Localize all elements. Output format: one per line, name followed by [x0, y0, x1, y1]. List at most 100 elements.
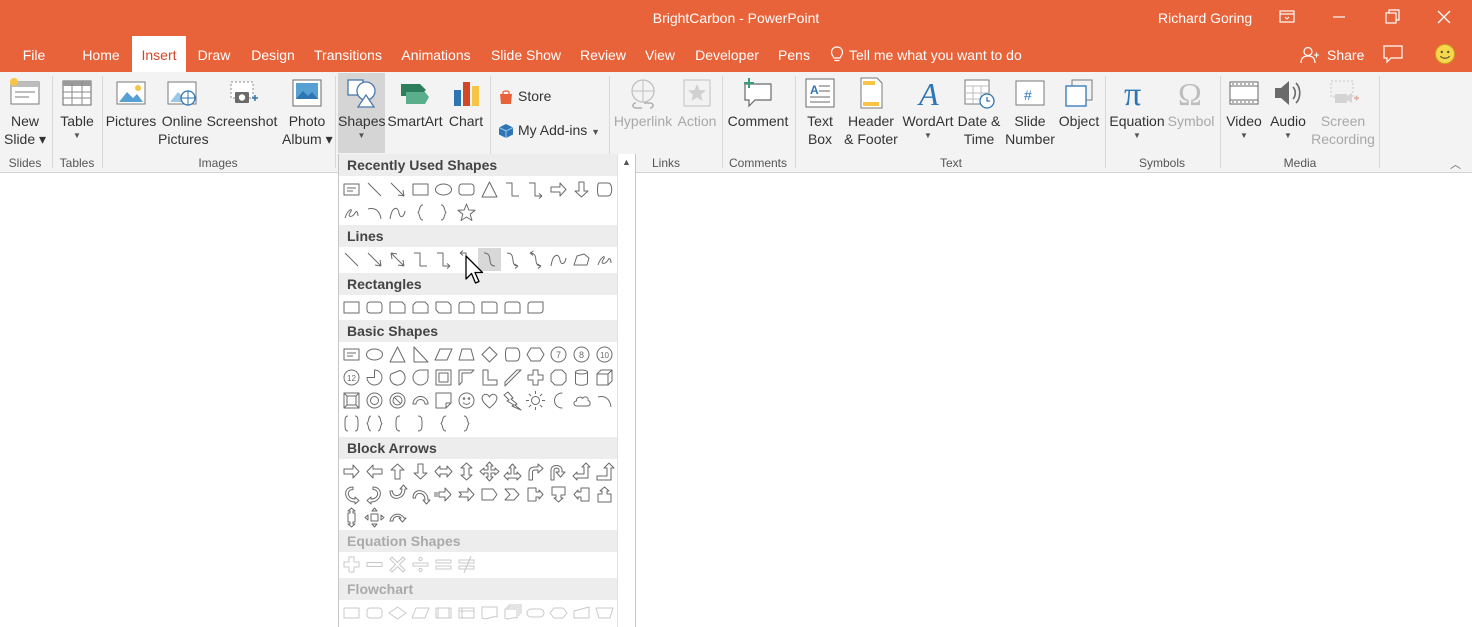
scroll-up-icon[interactable]: ▲	[622, 157, 631, 167]
shape-curveddbl-icon[interactable]	[524, 248, 547, 271]
shape-frame-icon[interactable]	[432, 366, 455, 389]
tab-animations[interactable]: Animations	[396, 36, 476, 72]
shape-lbrace-icon[interactable]	[432, 412, 455, 435]
shape-rbrace-icon[interactable]	[455, 412, 478, 435]
shape-oval-icon[interactable]	[363, 343, 386, 366]
pictures-button[interactable]: Pictures	[104, 76, 158, 130]
shape-curve-icon[interactable]	[547, 248, 570, 271]
shape-bentarrow-icon[interactable]	[524, 460, 547, 483]
tab-view[interactable]: View	[640, 36, 680, 72]
shape-scribble-icon[interactable]	[340, 201, 363, 224]
shape-uturn-icon[interactable]	[547, 460, 570, 483]
online-pictures-button[interactable]: Online Pictures	[158, 76, 209, 148]
hyperlink-button[interactable]: Hyperlink	[612, 76, 674, 130]
shape-dblarrow-icon[interactable]	[386, 248, 409, 271]
shape-snip1-icon[interactable]	[386, 296, 409, 319]
shape-oval-icon[interactable]	[432, 178, 455, 201]
shape-blockarc-icon[interactable]	[409, 389, 432, 412]
tab-home[interactable]: Home	[76, 36, 126, 72]
shape-freeform-icon[interactable]	[570, 248, 593, 271]
shape-pie-icon[interactable]	[363, 366, 386, 389]
my-addins-button[interactable]: My Add-ins ▼	[498, 118, 600, 142]
tab-file[interactable]: File	[16, 36, 52, 72]
shape-curvedright-icon[interactable]	[340, 483, 363, 506]
shape-roundrect-icon[interactable]	[455, 178, 478, 201]
shape-circular-icon[interactable]	[386, 506, 409, 529]
shape-dblbracket-icon[interactable]	[340, 412, 363, 435]
video-button[interactable]: Video ▼	[1224, 76, 1264, 142]
shape-textbox-icon[interactable]	[340, 178, 363, 201]
shape-lbracket-icon[interactable]	[386, 412, 409, 435]
chart-button[interactable]: Chart	[446, 76, 486, 130]
shape-uparrow-icon[interactable]	[386, 460, 409, 483]
shape-udcallout-icon[interactable]	[340, 506, 363, 529]
tab-transitions[interactable]: Transitions	[310, 36, 386, 72]
user-name[interactable]: Richard Goring	[1158, 10, 1252, 26]
shape-leftarrow-icon[interactable]	[363, 460, 386, 483]
shape-leftup-icon[interactable]	[570, 460, 593, 483]
shape-lbrace-icon[interactable]	[409, 201, 432, 224]
share-button[interactable]: Share	[1300, 36, 1364, 72]
shape-arc-icon[interactable]	[363, 201, 386, 224]
tab-insert[interactable]: Insert	[132, 36, 186, 72]
shape-triangle-icon[interactable]	[478, 178, 501, 201]
comments-pane-icon[interactable]	[1382, 44, 1404, 64]
shape-lruarrow-icon[interactable]	[501, 460, 524, 483]
collapse-ribbon-icon[interactable]: ︿	[1450, 156, 1461, 172]
shape-halfframe-icon[interactable]	[455, 366, 478, 389]
shape-cloud-icon[interactable]	[570, 389, 593, 412]
shape-teardrop-icon[interactable]	[409, 366, 432, 389]
shape-n8-icon[interactable]: 8	[570, 343, 593, 366]
shape-pentagon-icon[interactable]	[501, 343, 524, 366]
shape-curve-icon[interactable]	[386, 201, 409, 224]
screenshot-button[interactable]: Screenshot	[206, 76, 278, 130]
shape-n12-icon[interactable]: 12	[340, 366, 363, 389]
shape-rbracket-icon[interactable]	[409, 412, 432, 435]
restore-icon[interactable]	[1381, 6, 1403, 28]
minimize-icon[interactable]	[1328, 6, 1350, 28]
shape-elbow-icon[interactable]	[409, 248, 432, 271]
shape-chevron-icon[interactable]	[501, 483, 524, 506]
photo-album-button[interactable]: Photo Album ▾	[282, 76, 333, 148]
shape-curvedleft-icon[interactable]	[363, 483, 386, 506]
shape-curvedarrow-icon[interactable]	[501, 248, 524, 271]
shape-notchedright-icon[interactable]	[455, 483, 478, 506]
tab-developer[interactable]: Developer	[690, 36, 764, 72]
shape-downarrow-icon[interactable]	[570, 178, 593, 201]
new-slide-button[interactable]: New Slide ▾	[4, 76, 46, 148]
shape-quadarrow-icon[interactable]	[478, 460, 501, 483]
wordart-button[interactable]: A WordArt ▼	[900, 76, 956, 142]
shape-textbox-icon[interactable]	[340, 343, 363, 366]
shape-rect-icon[interactable]	[340, 296, 363, 319]
gallery-scrollbar[interactable]	[617, 154, 635, 627]
header-footer-button[interactable]: Header & Footer	[842, 76, 900, 148]
tab-draw[interactable]: Draw	[192, 36, 236, 72]
shape-rightcallout-icon[interactable]	[524, 483, 547, 506]
text-box-button[interactable]: A Text Box	[800, 76, 840, 148]
ribbon-display-options-icon[interactable]	[1276, 6, 1298, 28]
shape-rnd1-icon[interactable]	[478, 296, 501, 319]
shape-line-icon[interactable]	[340, 248, 363, 271]
shape-parallelogram-icon[interactable]	[432, 343, 455, 366]
tell-me-box[interactable]: Tell me what you want to do	[830, 36, 1022, 72]
shape-homeplate-icon[interactable]	[478, 483, 501, 506]
shape-foldedcorner-icon[interactable]	[432, 389, 455, 412]
shape-n10-icon[interactable]: 10	[593, 343, 616, 366]
shape-diamond-icon[interactable]	[478, 343, 501, 366]
shape-arrow-icon[interactable]	[386, 178, 409, 201]
tab-slide-show[interactable]: Slide Show	[487, 36, 565, 72]
shape-rightarrow-icon[interactable]	[340, 460, 363, 483]
tab-pens[interactable]: Pens	[775, 36, 813, 72]
shape-pentagon-icon[interactable]	[593, 178, 616, 201]
symbol-button[interactable]: Ω Symbol	[1166, 76, 1216, 130]
shape-lrarrow-icon[interactable]	[432, 460, 455, 483]
shape-triangle-icon[interactable]	[386, 343, 409, 366]
shape-hexagon-icon[interactable]	[524, 343, 547, 366]
shape-udarrow-icon[interactable]	[455, 460, 478, 483]
comment-button[interactable]: Comment	[724, 76, 792, 130]
shape-moon-icon[interactable]	[547, 389, 570, 412]
tab-design[interactable]: Design	[246, 36, 300, 72]
shape-nosymbol-icon[interactable]	[386, 389, 409, 412]
shape-quadcallout-icon[interactable]	[363, 506, 386, 529]
shape-upcallout-icon[interactable]	[593, 483, 616, 506]
